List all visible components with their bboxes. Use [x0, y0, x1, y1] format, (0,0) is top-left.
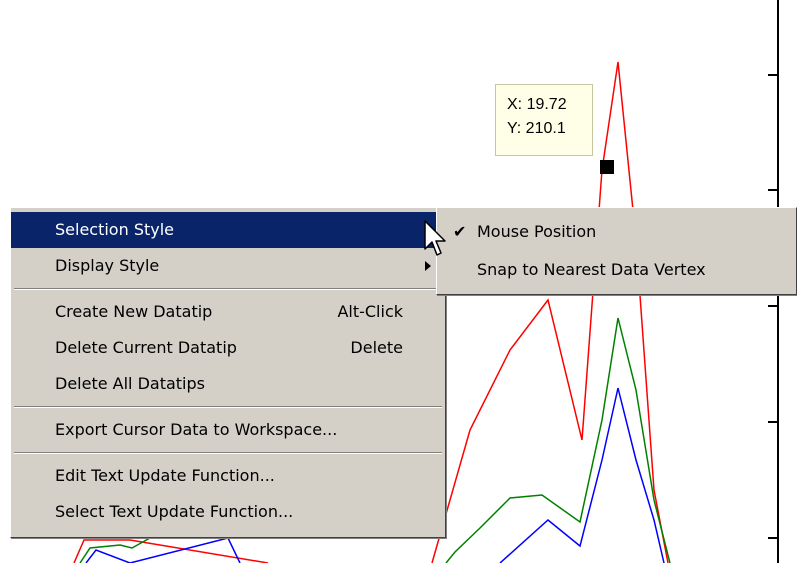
- menu-item-edit-text-update-function[interactable]: Edit Text Update Function...: [11, 458, 445, 494]
- menu-item-display-style[interactable]: Display Style: [11, 248, 445, 284]
- selection-style-submenu: ✔ Mouse Position Snap to Nearest Data Ve…: [436, 207, 797, 295]
- menu-item-delete-current-datatip[interactable]: Delete Current Datatip Delete: [11, 330, 445, 366]
- datatip-x-value: X: 19.72: [507, 96, 567, 113]
- submenu-item-label: Mouse Position: [477, 222, 597, 241]
- datatip-marker[interactable]: [600, 160, 614, 174]
- menu-item-create-new-datatip[interactable]: Create New Datatip Alt-Click: [11, 294, 445, 330]
- datatip-y-value: Y: 210.1: [507, 120, 566, 137]
- menu-item-label: Display Style: [55, 256, 160, 275]
- submenu-item-mouse-position[interactable]: ✔ Mouse Position: [437, 213, 796, 251]
- menu-item-delete-all-datatips[interactable]: Delete All Datatips: [11, 366, 445, 402]
- arrow-cursor-icon: [424, 220, 446, 256]
- menu-item-selection-style[interactable]: Selection Style: [11, 212, 445, 248]
- menu-item-label: Selection Style: [55, 220, 175, 239]
- menu-item-label: Select Text Update Function...: [55, 502, 294, 521]
- blue-series-line-left: [85, 537, 241, 563]
- submenu-item-snap-to-vertex[interactable]: Snap to Nearest Data Vertex: [437, 251, 796, 289]
- menu-item-shortcut: Alt-Click: [337, 302, 403, 321]
- menu-item-label: Delete Current Datatip: [55, 338, 237, 357]
- menu-separator: [14, 452, 442, 454]
- datatip-context-menu: Selection Style Display Style Create New…: [10, 207, 446, 538]
- check-icon: ✔: [453, 222, 467, 241]
- menu-item-export-cursor-data[interactable]: Export Cursor Data to Workspace...: [11, 412, 445, 448]
- green-series-line: [445, 317, 671, 563]
- datatip[interactable]: X: 19.72 Y: 210.1: [495, 84, 593, 156]
- submenu-arrow-icon: [425, 261, 431, 271]
- menu-item-label: Delete All Datatips: [55, 374, 205, 393]
- menu-item-label: Create New Datatip: [55, 302, 213, 321]
- menu-item-label: Export Cursor Data to Workspace...: [55, 420, 338, 439]
- menu-item-select-text-update-function[interactable]: Select Text Update Function...: [11, 494, 445, 530]
- menu-item-label: Edit Text Update Function...: [55, 466, 275, 485]
- menu-separator: [14, 288, 442, 290]
- menu-separator: [14, 406, 442, 408]
- submenu-item-label: Snap to Nearest Data Vertex: [477, 260, 706, 279]
- menu-item-shortcut: Delete: [350, 338, 403, 357]
